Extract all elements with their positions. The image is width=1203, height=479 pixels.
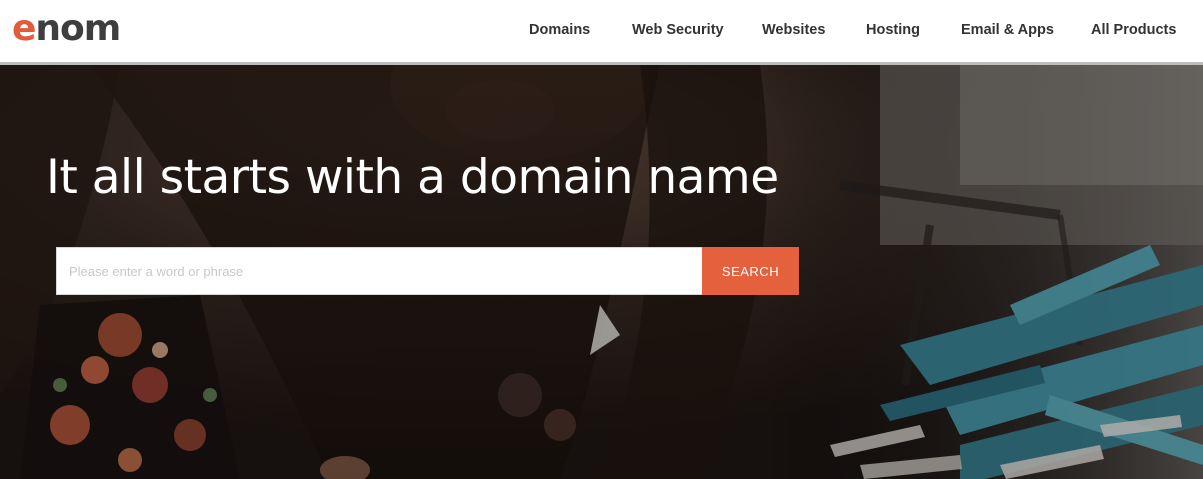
header-divider <box>0 62 1203 65</box>
site-header: e nom Domains Web Security Websites Hosti… <box>0 0 1203 63</box>
hero-section: It all starts with a domain name SEARCH <box>0 65 1203 479</box>
nav-all-products[interactable]: All Products <box>1091 20 1176 40</box>
nav-domains[interactable]: Domains <box>529 20 590 40</box>
nav-email-apps[interactable]: Email & Apps <box>961 20 1054 40</box>
nav-hosting[interactable]: Hosting <box>866 20 920 40</box>
nav-web-security[interactable]: Web Security <box>632 20 724 40</box>
main-nav: Domains Web Security Websites Hosting Em… <box>0 0 1203 60</box>
hero-title: It all starts with a domain name <box>46 150 779 205</box>
domain-search-input[interactable] <box>56 247 702 295</box>
nav-websites[interactable]: Websites <box>762 20 825 40</box>
search-button[interactable]: SEARCH <box>702 247 799 295</box>
